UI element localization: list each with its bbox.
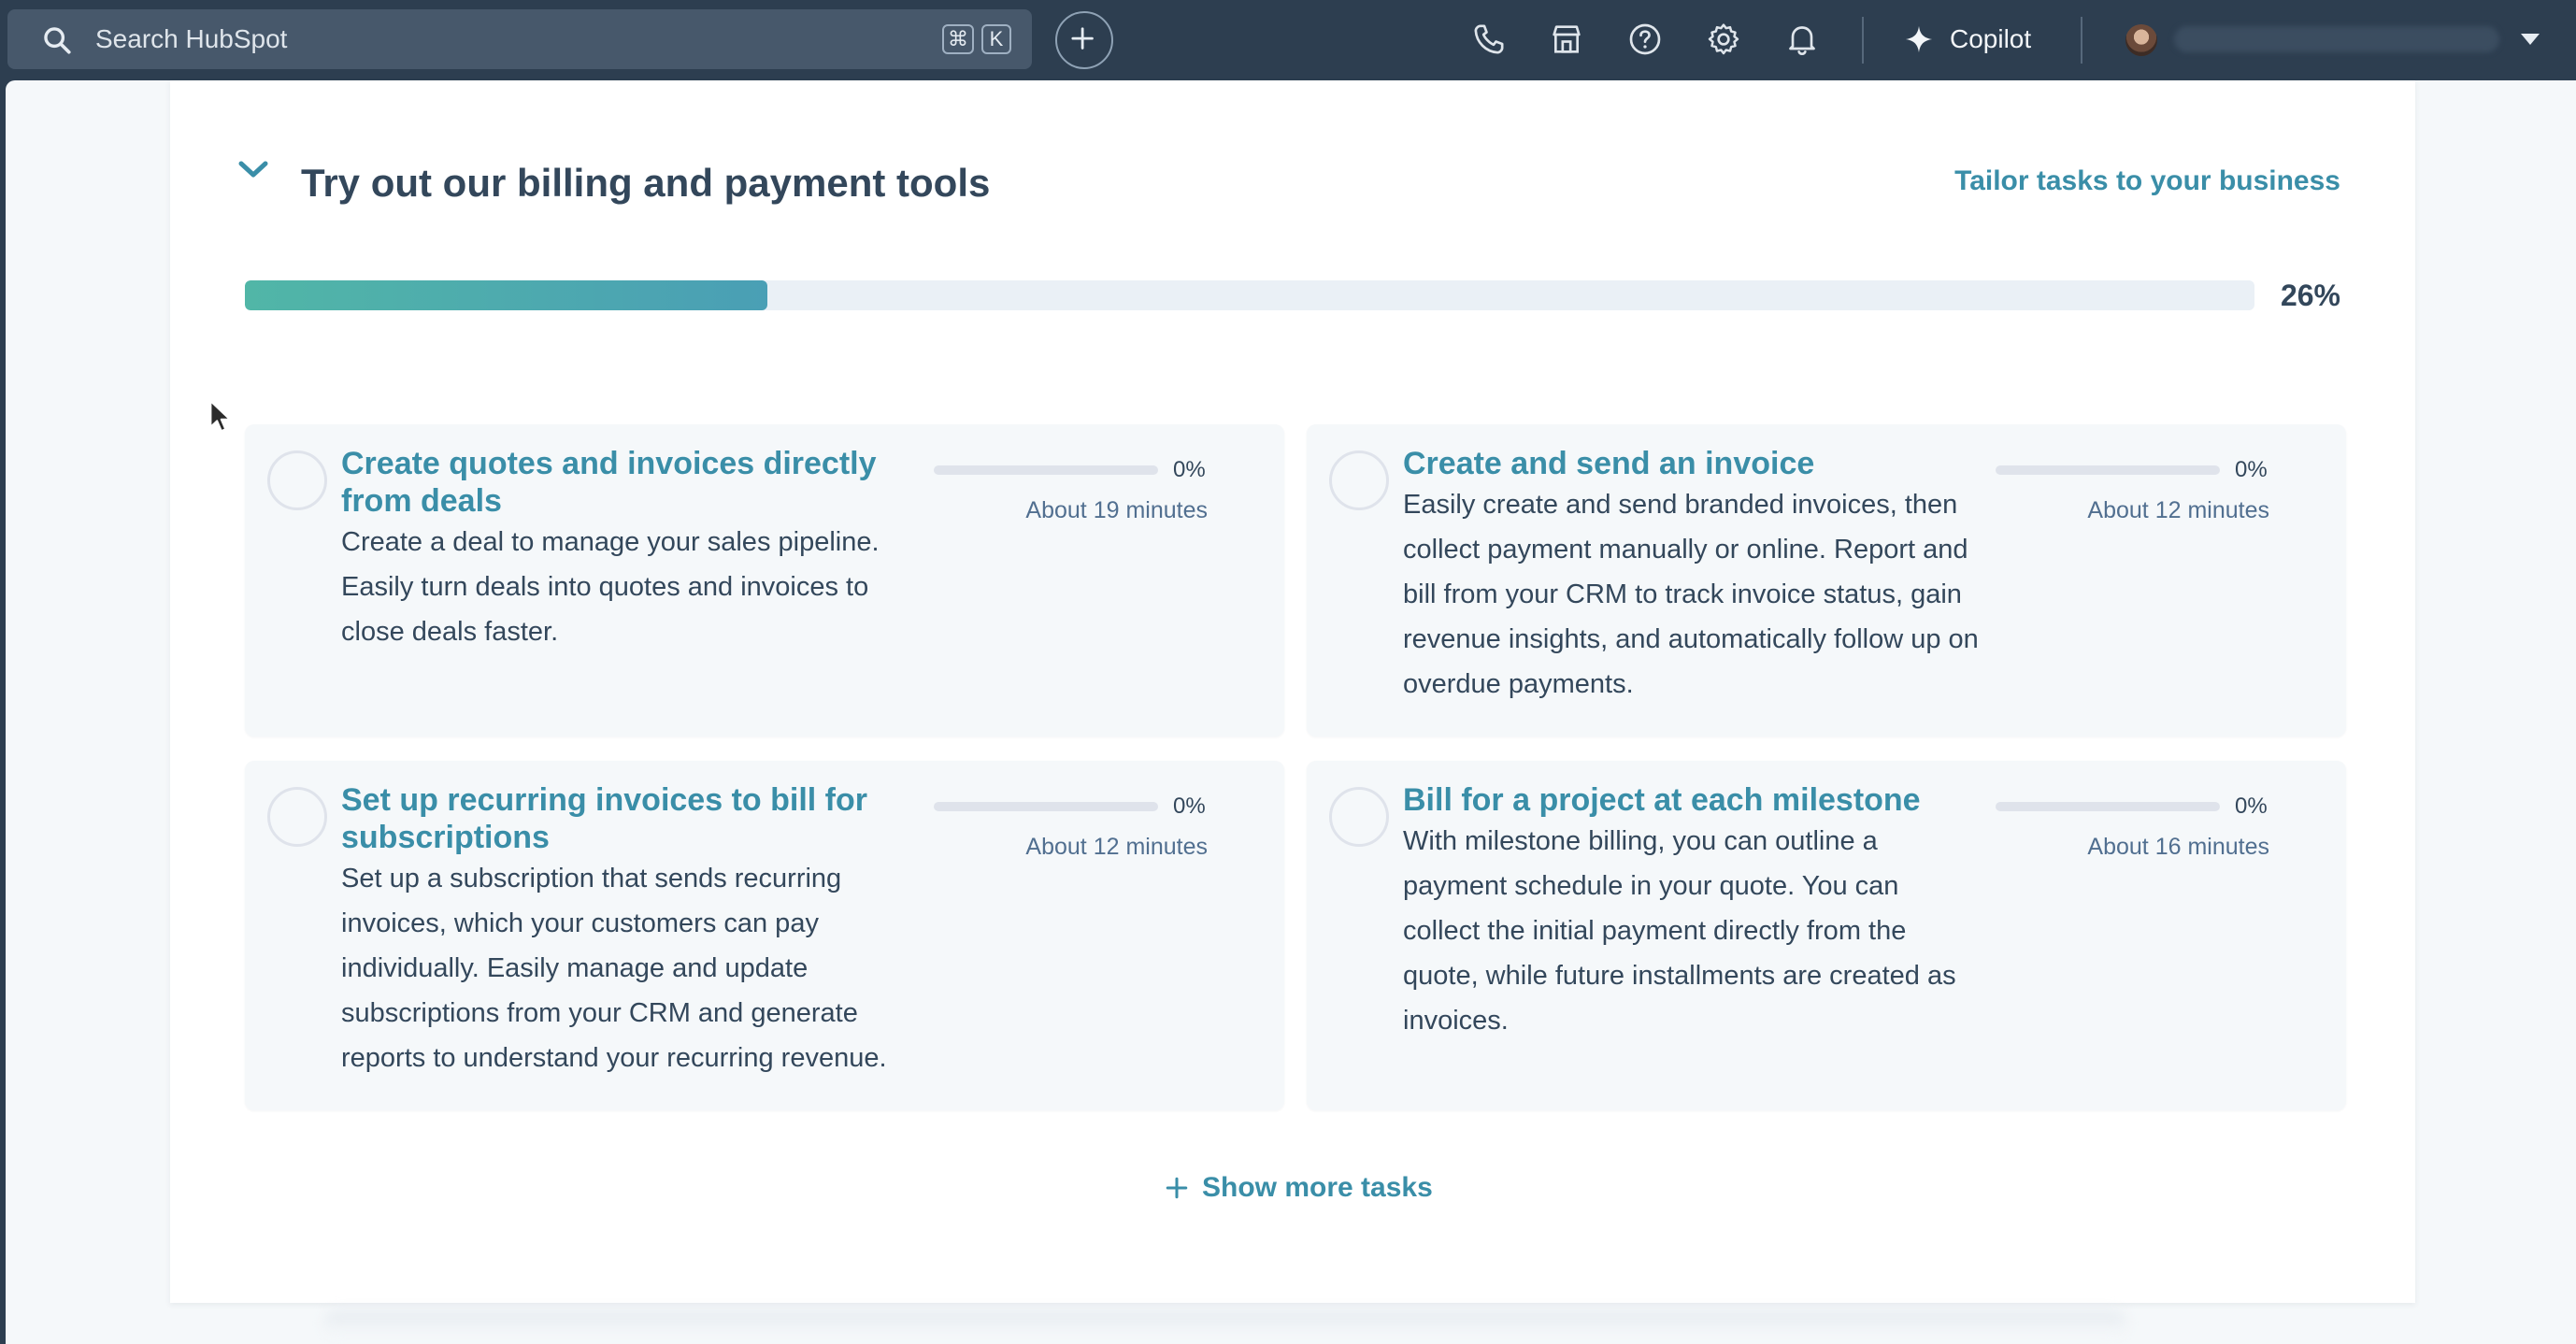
task-progress-bar bbox=[1996, 802, 2220, 811]
task-description: Set up a subscription that sends recurri… bbox=[341, 864, 887, 1073]
task-progress-percent: 0% bbox=[1173, 794, 1206, 819]
task-complete-checkbox[interactable] bbox=[1329, 787, 1389, 847]
task-description: Easily create and send branded invoices,… bbox=[1403, 490, 1979, 699]
page-content: Try out our billing and payment tools Ta… bbox=[6, 80, 2576, 1344]
shortcut-k-key: K bbox=[981, 24, 1011, 54]
onboarding-section-card: Try out our billing and payment tools Ta… bbox=[170, 80, 2415, 1303]
task-title-link[interactable]: Create and send an invoice bbox=[1403, 445, 1982, 482]
section-progress-fill bbox=[245, 280, 767, 310]
mouse-cursor-icon bbox=[209, 400, 231, 432]
task-duration: About 12 minutes bbox=[1025, 834, 1208, 860]
collapse-chevron-icon[interactable] bbox=[237, 159, 269, 179]
settings-gear-icon[interactable] bbox=[1705, 21, 1742, 58]
nav-divider bbox=[2081, 17, 2082, 64]
task-progress-bar bbox=[934, 802, 1158, 811]
user-avatar[interactable] bbox=[2125, 24, 2157, 56]
search-placeholder: Search HubSpot bbox=[95, 24, 288, 53]
show-more-tasks-label: Show more tasks bbox=[1202, 1172, 1433, 1203]
task-tile[interactable]: Bill for a project at each milestone Wit… bbox=[1307, 761, 2346, 1110]
task-tile[interactable]: Set up recurring invoices to bill for su… bbox=[245, 761, 1284, 1110]
task-tile[interactable]: Create quotes and invoices directly from… bbox=[245, 424, 1284, 736]
nav-divider bbox=[1862, 17, 1864, 64]
account-name-redacted[interactable] bbox=[2174, 26, 2499, 52]
sparkle-icon bbox=[1905, 25, 1933, 53]
task-complete-checkbox[interactable] bbox=[267, 787, 327, 847]
task-complete-checkbox[interactable] bbox=[267, 450, 327, 510]
search-icon bbox=[44, 27, 71, 54]
task-description: Create a deal to manage your sales pipel… bbox=[341, 527, 880, 647]
task-progress-bar bbox=[1996, 465, 2220, 475]
account-menu-caret-icon[interactable] bbox=[2521, 34, 2540, 45]
task-duration: About 19 minutes bbox=[1025, 497, 1208, 523]
card-bottom-shadow bbox=[323, 1310, 2127, 1337]
section-title: Try out our billing and payment tools bbox=[301, 161, 991, 205]
copilot-button[interactable]: Copilot bbox=[1903, 15, 2031, 64]
task-progress-bar bbox=[934, 465, 1158, 475]
marketplace-icon[interactable] bbox=[1548, 21, 1585, 58]
plus-icon bbox=[1166, 1177, 1188, 1199]
help-icon[interactable] bbox=[1626, 21, 1664, 58]
task-title-link[interactable]: Bill for a project at each milestone bbox=[1403, 781, 1982, 819]
create-new-button[interactable] bbox=[1055, 11, 1113, 69]
copilot-label: Copilot bbox=[1950, 24, 2032, 53]
phone-icon[interactable] bbox=[1470, 21, 1508, 58]
task-duration: About 12 minutes bbox=[2087, 497, 2269, 523]
show-more-tasks-button[interactable]: Show more tasks bbox=[1165, 1172, 1433, 1204]
notifications-bell-icon[interactable] bbox=[1783, 21, 1821, 58]
task-title-link[interactable]: Set up recurring invoices to bill for su… bbox=[341, 781, 921, 856]
task-complete-checkbox[interactable] bbox=[1329, 450, 1389, 510]
top-navigation-bar: Search HubSpot ⌘ K Copilot bbox=[0, 0, 2576, 80]
task-progress-percent: 0% bbox=[2235, 457, 2268, 482]
task-duration: About 16 minutes bbox=[2087, 834, 2269, 860]
task-progress-percent: 0% bbox=[2235, 794, 2268, 819]
task-tile[interactable]: Create and send an invoice Easily create… bbox=[1307, 424, 2346, 736]
tailor-tasks-link[interactable]: Tailor tasks to your business bbox=[1954, 159, 2340, 204]
section-progress-bar bbox=[245, 280, 2254, 310]
task-title-link[interactable]: Create quotes and invoices directly from… bbox=[341, 445, 921, 520]
search-bar[interactable]: Search HubSpot ⌘ K bbox=[7, 9, 1032, 69]
task-description: With milestone billing, you can outline … bbox=[1403, 826, 1956, 1036]
task-progress-percent: 0% bbox=[1173, 457, 1206, 482]
shortcut-cmd-key: ⌘ bbox=[942, 24, 974, 54]
plus-icon bbox=[1071, 27, 1094, 50]
section-progress-percent: 26% bbox=[2280, 279, 2340, 312]
